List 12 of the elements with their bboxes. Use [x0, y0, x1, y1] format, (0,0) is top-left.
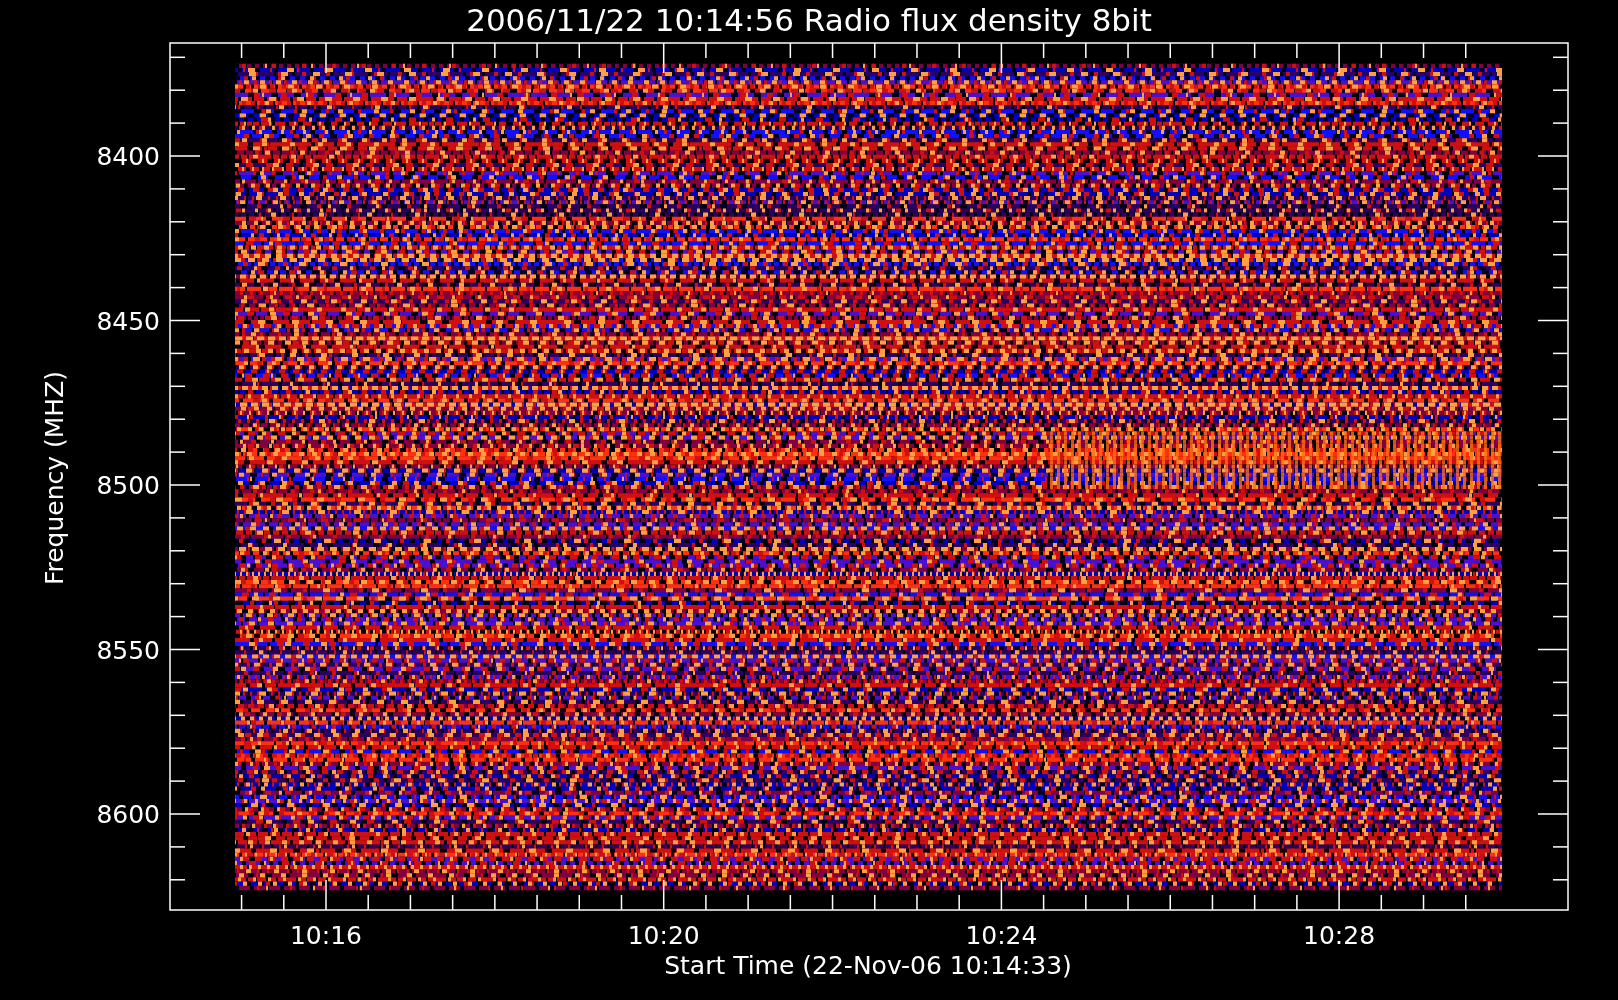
y-tick-label: 8550 [96, 635, 160, 665]
x-tick-label: 10:16 [290, 921, 362, 950]
x-tick-label: 10:24 [965, 921, 1038, 950]
y-tick-label: 8500 [96, 471, 160, 500]
y-tick-label: 8450 [96, 306, 160, 336]
y-tick-label: 8400 [96, 142, 160, 171]
y-axis-label: Frequency (MHZ) [40, 370, 69, 586]
x-tick-label: 10:28 [1303, 921, 1376, 950]
x-axis-label: Start Time (22-Nov-06 10:14:33) [664, 951, 1072, 980]
y-tick-label: 8600 [96, 800, 160, 829]
chart-title: 2006/11/22 10:14:56 Radio flux density 8bit [466, 2, 1152, 38]
x-tick-label: 10:20 [627, 921, 700, 950]
